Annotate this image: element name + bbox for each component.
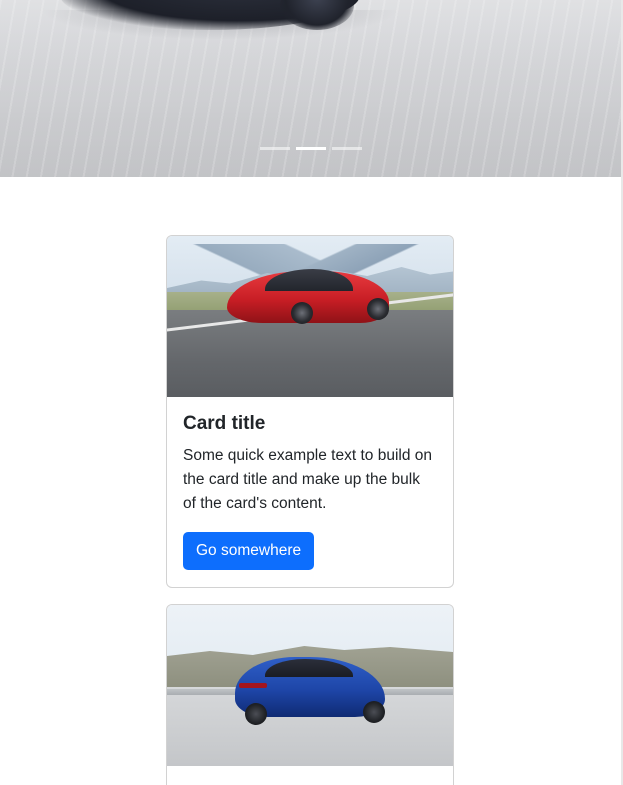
carousel-indicator-1[interactable] xyxy=(259,147,290,150)
card-text: Some quick example text to build on the … xyxy=(183,446,432,512)
card xyxy=(166,604,454,785)
card-title: Card title xyxy=(183,413,266,434)
hero-carousel xyxy=(0,0,621,177)
card-image-blue-car xyxy=(167,605,453,766)
carousel-indicator-2[interactable] xyxy=(295,147,326,150)
card-image-red-car xyxy=(167,236,453,397)
carousel-indicators xyxy=(0,147,621,150)
card: Card title Some quick example text to bu… xyxy=(166,235,454,588)
carousel-indicator-3[interactable] xyxy=(331,147,362,150)
card-body: Card title Some quick example text to bu… xyxy=(167,397,453,586)
go-somewhere-button[interactable]: Go somewhere xyxy=(183,531,315,570)
